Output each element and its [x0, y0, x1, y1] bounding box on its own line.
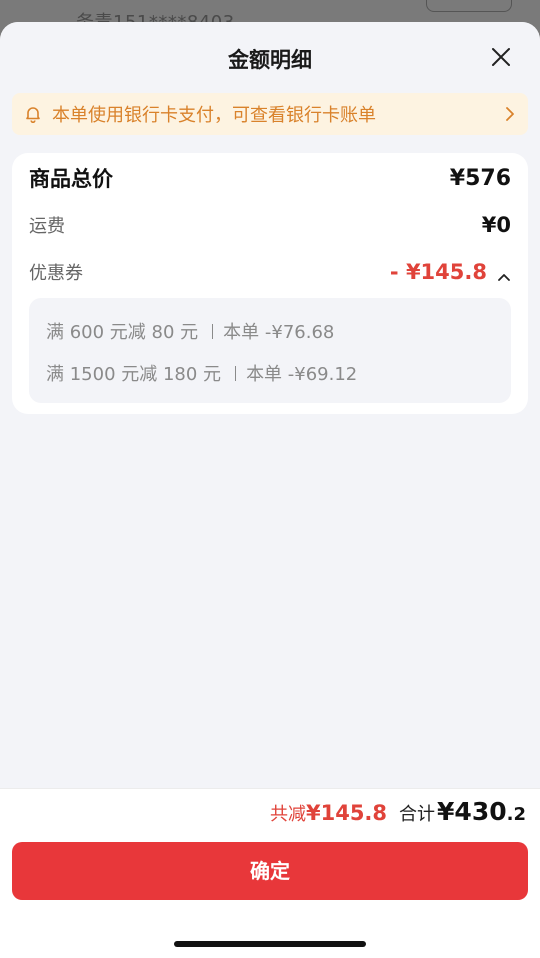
divider: [235, 366, 237, 381]
divider: [212, 324, 214, 339]
chevron-right-icon: [504, 106, 516, 122]
bell-icon: [24, 105, 42, 124]
grand-total-label: 合计: [399, 804, 436, 825]
amount-detail-card: 商品总价 ¥576 运费 ¥0 优惠券 - ¥145.8 满 600 元减 80…: [12, 153, 528, 414]
order-summary: 共减 ¥145.8 合计 ¥430 .2: [270, 797, 526, 829]
coupon-amount: 本单 -¥76.68: [223, 322, 335, 343]
goods-total-value: ¥576: [449, 165, 511, 191]
grand-total-decimal: .2: [506, 804, 526, 825]
coupon-item: 满 600 元减 80 元 本单 -¥76.68: [46, 312, 494, 354]
notice-text: 本单使用银行卡支付，可查看银行卡账单: [52, 105, 376, 126]
grand-total-integer: ¥430: [437, 797, 507, 826]
confirm-button[interactable]: 确定: [12, 842, 528, 900]
coupon-rule: 满 600 元减 80 元: [46, 322, 199, 343]
sheet-header: 金额明细: [0, 22, 540, 92]
total-saved-label: 共减: [269, 804, 306, 825]
home-indicator: [174, 941, 366, 947]
chevron-up-icon[interactable]: [497, 267, 511, 281]
shipping-row: 运费 ¥0: [29, 210, 511, 240]
coupon-value: - ¥145.8: [389, 260, 487, 284]
coupon-row[interactable]: 优惠券 - ¥145.8: [29, 257, 511, 287]
bank-card-notice[interactable]: 本单使用银行卡支付，可查看银行卡账单: [12, 93, 528, 135]
coupon-item: 满 1500 元减 180 元 本单 -¥69.12: [46, 354, 494, 396]
amount-detail-sheet: 金额明细 本单使用银行卡支付，可查看银行卡账单 商品总价 ¥576 运费 ¥0 …: [0, 22, 540, 958]
goods-total-row: 商品总价 ¥576: [29, 163, 511, 193]
coupon-amount: 本单 -¥69.12: [246, 364, 358, 385]
close-icon[interactable]: [490, 46, 512, 68]
total-saved-value: ¥145.8: [305, 801, 388, 825]
coupon-breakdown: 满 600 元减 80 元 本单 -¥76.68 满 1500 元减 180 元 本…: [29, 298, 511, 403]
shipping-value: ¥0: [481, 213, 511, 237]
coupon-label: 优惠券: [29, 263, 83, 284]
shipping-label: 运费: [29, 216, 65, 237]
goods-total-label: 商品总价: [29, 167, 113, 191]
background-peek-button: [426, 0, 512, 12]
footer-bar: 共减 ¥145.8 合计 ¥430 .2 确定: [0, 788, 540, 958]
coupon-rule: 满 1500 元减 180 元: [46, 364, 222, 385]
sheet-title: 金额明细: [228, 48, 312, 72]
